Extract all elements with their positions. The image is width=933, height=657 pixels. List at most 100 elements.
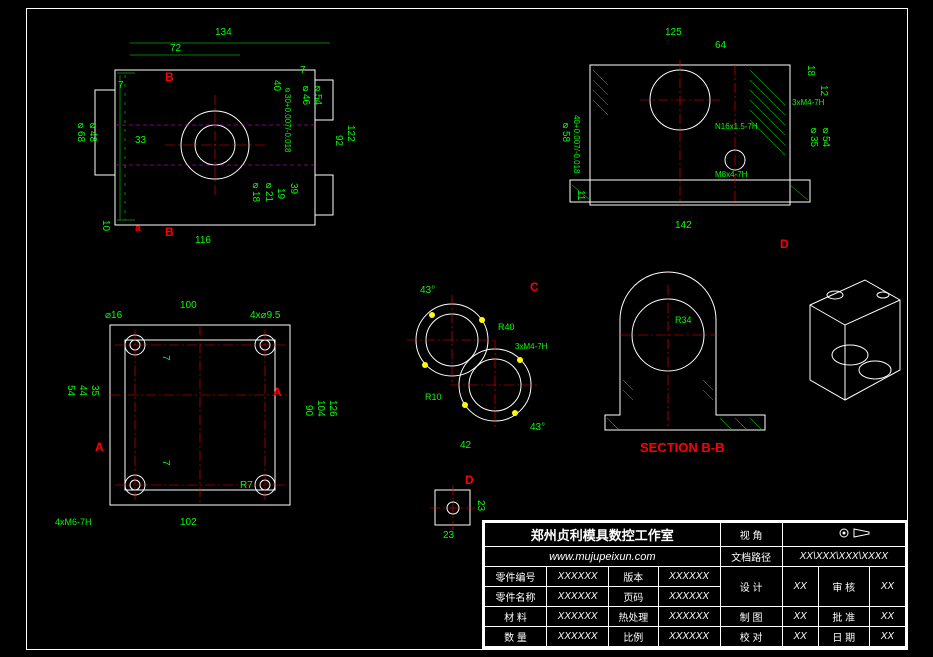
top-right-svg bbox=[560, 25, 840, 255]
top-left-view: 134 72 33 ⌀68 ⌀48 122 92 40 ⌀46 ⌀54 ⌀30+… bbox=[75, 25, 355, 255]
dim-n2: M8x4-7H bbox=[715, 170, 747, 179]
dim-64: 64 bbox=[715, 40, 726, 51]
dim-19: 19 bbox=[275, 188, 286, 199]
tb-r2d: XXXXXX bbox=[658, 587, 720, 607]
tb-rr1d: XX bbox=[869, 567, 905, 607]
tb-r1a: 零件编号 bbox=[485, 567, 547, 587]
dim-11: 11 bbox=[575, 190, 586, 200]
tb-rr2c: 批 准 bbox=[818, 607, 869, 627]
bottom-left-svg bbox=[55, 285, 345, 535]
iso-view bbox=[795, 270, 910, 410]
dim-72: 72 bbox=[170, 43, 181, 54]
dim-42: 42 bbox=[460, 440, 471, 451]
dim-d46: ⌀46 bbox=[300, 83, 311, 105]
dim-tol2: 40+0.007/-0.018 bbox=[572, 115, 581, 174]
dim-r34: R34 bbox=[675, 315, 692, 325]
tb-r3c: 热处理 bbox=[609, 607, 658, 627]
dim-39: 39 bbox=[288, 183, 299, 194]
dim-90: 90 bbox=[303, 405, 314, 416]
view-c-svg bbox=[390, 280, 570, 460]
view-c: C 43° 43° 42 R10 R40 3xM4-7H bbox=[390, 280, 570, 460]
company-name: 郑州贞利模具数控工作室 bbox=[485, 523, 721, 547]
tb-r4c: 比例 bbox=[609, 627, 658, 647]
dim-7l: 7 bbox=[118, 80, 124, 91]
dim-102: 102 bbox=[180, 517, 197, 528]
dim-116: 116 bbox=[195, 235, 211, 246]
tb-docpath: XX\XXX\XXX\XXXX bbox=[782, 547, 905, 567]
dim-104: 104 bbox=[315, 400, 326, 417]
tb-rr3b: XX bbox=[782, 627, 818, 647]
view-d-label: D bbox=[465, 473, 474, 487]
tb-rr3d: XX bbox=[869, 627, 905, 647]
section-bb-label: SECTION B-B bbox=[640, 440, 725, 455]
dim-3xm4: 3xM4-7H bbox=[515, 342, 547, 351]
sec-a: a bbox=[135, 223, 141, 234]
dim-n3: 3xM4-7H bbox=[792, 98, 824, 107]
tb-r3a: 材 料 bbox=[485, 607, 547, 627]
dim-d35: ⌀35 bbox=[808, 125, 819, 147]
dim-d16: ⌀16 bbox=[105, 310, 122, 321]
dim-100: 100 bbox=[180, 300, 197, 311]
dim-54: 54 bbox=[65, 385, 76, 396]
dim-18: 18 bbox=[805, 65, 816, 76]
tb-r4a: 数 量 bbox=[485, 627, 547, 647]
dim-n1: N16x1.5-7H bbox=[715, 122, 758, 131]
tb-rr3a: 校 对 bbox=[720, 627, 782, 647]
dim-125: 125 bbox=[665, 27, 682, 38]
tb-rr1b: XX bbox=[782, 567, 818, 607]
top-left-svg bbox=[75, 25, 355, 255]
dim-7a: 7 bbox=[160, 355, 171, 361]
dim-r40: R40 bbox=[498, 322, 515, 332]
dim-126: 126 bbox=[327, 400, 338, 417]
dim-d48: ⌀48 bbox=[87, 120, 98, 142]
tb-rr2b: XX bbox=[782, 607, 818, 627]
tb-rr1a: 设 计 bbox=[720, 567, 782, 607]
sec-b-top: B bbox=[165, 70, 174, 84]
tb-r2a: 零件名称 bbox=[485, 587, 547, 607]
tb-r1c: 版本 bbox=[609, 567, 658, 587]
title-block: 郑州贞利模具数控工作室 视 角 www.mujupeixun.com 文档路径 … bbox=[482, 520, 908, 649]
tb-r3d: XXXXXX bbox=[658, 607, 720, 627]
dim-r7: R7 bbox=[240, 480, 253, 491]
tb-rr1c: 审 核 bbox=[818, 567, 869, 607]
tb-r3b: XXXXXX bbox=[547, 607, 609, 627]
dim-35: 35 bbox=[89, 385, 100, 396]
dim-7r: 7 bbox=[300, 65, 306, 76]
tb-r2c: 页码 bbox=[609, 587, 658, 607]
tb-rr2d: XX bbox=[869, 607, 905, 627]
tb-docpath-label: 文档路径 bbox=[720, 547, 782, 567]
dim-122: 122 bbox=[345, 125, 356, 142]
dim-43a: 43° bbox=[420, 285, 435, 296]
sec-b-bot: B bbox=[165, 225, 174, 239]
dim-r10: R10 bbox=[425, 392, 442, 402]
iso-svg bbox=[795, 270, 910, 410]
dim-d18: ⌀18 bbox=[250, 180, 261, 202]
dim-d58: ⌀58 bbox=[560, 120, 571, 142]
dim-134: 134 bbox=[215, 27, 232, 38]
tb-r1d: XXXXXX bbox=[658, 567, 720, 587]
tb-r1b: XXXXXX bbox=[547, 567, 609, 587]
dim-142: 142 bbox=[675, 220, 692, 231]
projection-symbol bbox=[782, 523, 905, 547]
tb-view-angle: 视 角 bbox=[720, 523, 782, 547]
section-bb-svg bbox=[605, 280, 780, 460]
bottom-left-view: 100 102 ⌀16 4x⌀9.5 54 44 35 90 104 126 R… bbox=[55, 285, 345, 535]
dim-d54r: ⌀54 bbox=[820, 125, 831, 147]
dim-4x95: 4x⌀9.5 bbox=[250, 310, 280, 321]
dim-33: 33 bbox=[135, 135, 146, 146]
dim-d23h: 23 bbox=[475, 500, 486, 511]
tb-r2b: XXXXXX bbox=[547, 587, 609, 607]
dim-43b: 43° bbox=[530, 422, 545, 433]
dim-10: 10 bbox=[100, 220, 111, 231]
dim-40: 40 bbox=[271, 80, 282, 91]
sec-a1: A bbox=[273, 385, 282, 399]
dim-d21: ⌀21 bbox=[263, 180, 274, 202]
sec-a2: A bbox=[95, 440, 104, 454]
tb-rr3c: 日 期 bbox=[818, 627, 869, 647]
dim-92: 92 bbox=[333, 135, 344, 146]
dim-12: 12 bbox=[818, 85, 829, 96]
dim-44: 44 bbox=[77, 385, 88, 396]
tb-r4b: XXXXXX bbox=[547, 627, 609, 647]
tb-rr2a: 制 图 bbox=[720, 607, 782, 627]
dim-d23w: 23 bbox=[443, 530, 454, 541]
